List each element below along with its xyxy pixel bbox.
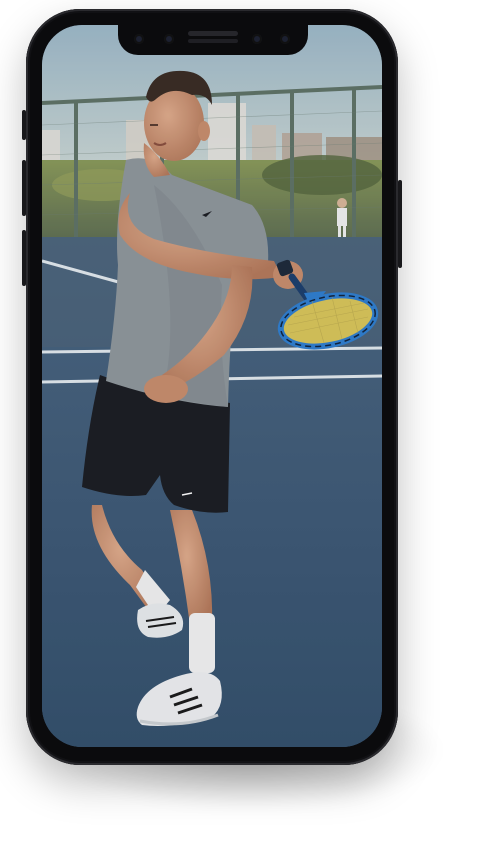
device-mockup xyxy=(0,0,489,859)
earpiece-speaker xyxy=(188,31,238,36)
camera-icon xyxy=(164,34,174,44)
phone-notch xyxy=(118,25,308,55)
sensor-icon xyxy=(252,34,262,44)
front-camera-icon xyxy=(280,34,290,44)
sensor-icon xyxy=(134,34,144,44)
power-button xyxy=(398,180,402,268)
earpiece-grille xyxy=(188,39,238,43)
phone-screen xyxy=(42,25,382,747)
tennis-player-photo xyxy=(42,25,382,747)
